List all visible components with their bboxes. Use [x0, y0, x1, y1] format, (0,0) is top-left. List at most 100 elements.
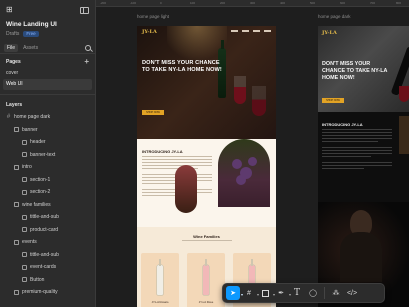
- panel-toggle-icon[interactable]: [80, 6, 89, 14]
- families-subtitle: [182, 240, 232, 242]
- left-sidebar: ⊞ Wine Landing UI Drafts Free File Asset…: [0, 0, 96, 307]
- group-icon: [14, 164, 19, 170]
- shop-now-button: SHOP NOW: [322, 98, 344, 103]
- layer-label: section-1: [30, 176, 51, 183]
- ruler-tick: 800: [396, 1, 402, 5]
- hero-headline: DON'T MISS YOUR CHANCE TO TAKE NY-LA HOM…: [142, 60, 222, 73]
- frame-icon: #: [6, 113, 11, 120]
- product-name: JY-LA Rose: [198, 300, 214, 304]
- vineyard-image: [399, 116, 409, 154]
- move-tool-button[interactable]: ➤ ▾: [226, 286, 243, 300]
- pages-header: Pages +: [0, 56, 95, 68]
- component-icon: [22, 227, 27, 233]
- layer-item[interactable]: intro: [0, 161, 95, 174]
- pen-tool-button[interactable]: ✒ ▾: [274, 286, 291, 300]
- layer-item[interactable]: premium-quality: [0, 286, 95, 299]
- ruler-tick: -100: [130, 1, 137, 5]
- drafts-label[interactable]: Drafts: [6, 31, 19, 37]
- intro-title: INTRODUCING JY-LA: [142, 149, 183, 154]
- families-title: Wine Families: [193, 234, 220, 239]
- group-icon: [14, 202, 19, 208]
- layer-item[interactable]: tittle-and-sub: [0, 211, 95, 224]
- frame-home-page-dark[interactable]: JY-LA DON'T MISS YOUR CHANCE TO TAKE NY-…: [318, 26, 409, 307]
- intro-section: INTRODUCING JY-LA: [137, 139, 276, 227]
- component-icon: [22, 177, 27, 183]
- tab-file[interactable]: File: [4, 43, 19, 52]
- layer-label: Button: [30, 276, 45, 283]
- barrel-image: [175, 165, 197, 213]
- rectangle-tool-button[interactable]: ▾: [258, 286, 275, 300]
- component-icon: [22, 252, 27, 258]
- divider: [0, 94, 95, 95]
- page-item-web-ui[interactable]: Web UI: [3, 79, 92, 90]
- product-card: JY-LA Rose: [187, 253, 225, 307]
- frame-label-light[interactable]: home page light: [137, 14, 169, 19]
- ruler-tick: 300: [250, 1, 256, 5]
- ruler-tick: -200: [100, 1, 107, 5]
- wine-glass-image: [252, 86, 266, 116]
- tab-assets[interactable]: Assets: [20, 44, 41, 52]
- product-name: JY-LA Rosato: [151, 300, 169, 304]
- layer-item[interactable]: wine families: [0, 199, 95, 212]
- layer-item[interactable]: section-1: [0, 174, 95, 187]
- layers-header: Layers: [0, 99, 95, 111]
- bottle-image: [157, 259, 163, 295]
- dev-mode-button[interactable]: </>: [345, 286, 359, 300]
- comment-tool-button[interactable]: ◯: [306, 286, 320, 300]
- layer-label: event-cards: [30, 264, 57, 271]
- text-tool-icon: T: [293, 287, 300, 298]
- hero-banner: JY-LA DON'T MISS YOUR CHANCE TO TAKE NY-…: [318, 26, 409, 112]
- layer-item[interactable]: event-cards: [0, 261, 95, 274]
- sidebar-tabs: File Assets: [0, 42, 95, 54]
- hero-banner: JY-LA DON'T MISS YOUR CHANCE TO TAKE NY-…: [137, 26, 276, 139]
- ruler-tick: 600: [340, 1, 346, 5]
- layer-item[interactable]: section-2: [0, 186, 95, 199]
- pages-title: Pages: [6, 59, 21, 65]
- actions-icon: ⁂: [332, 290, 340, 297]
- layer-label: product-card: [30, 226, 59, 233]
- layer-item[interactable]: banner-text: [0, 149, 95, 162]
- search-icon[interactable]: [85, 44, 91, 51]
- intro-section: INTRODUCING JY-LA: [318, 112, 409, 202]
- wine-glass-image: [234, 76, 246, 104]
- layer-item[interactable]: # home page dark: [0, 111, 95, 124]
- ruler-tick: 200: [220, 1, 226, 5]
- move-tool-icon: ➤: [230, 290, 236, 297]
- file-location: Drafts Free: [0, 29, 95, 38]
- brand-logo: JY-LA: [322, 30, 337, 36]
- group-icon: [14, 127, 19, 133]
- actions-button[interactable]: ⁂: [329, 286, 343, 300]
- layer-label: wine families: [22, 201, 51, 208]
- layers-title: Layers: [6, 102, 23, 108]
- layer-item[interactable]: tittle-and-sub: [0, 249, 95, 262]
- frame-tool-button[interactable]: # ▾: [242, 286, 259, 300]
- file-title[interactable]: Wine Landing UI: [0, 20, 95, 29]
- layer-label: tittle-and-sub: [30, 251, 59, 258]
- hero-headline: DON'T MISS YOUR CHANCE TO TAKE NY-LA HOM…: [322, 61, 388, 81]
- pen-tool-icon: ✒: [278, 290, 284, 297]
- add-page-icon[interactable]: +: [84, 58, 89, 66]
- ruler-tick: 100: [190, 1, 196, 5]
- frame-home-page-light[interactable]: JY-LA DON'T MISS YOUR CHANCE TO TAKE NY-…: [137, 26, 276, 307]
- group-icon: [14, 239, 19, 245]
- layer-label: tittle-and-sub: [30, 214, 59, 221]
- component-icon: [22, 139, 27, 145]
- ruler-tick: 0: [160, 1, 162, 5]
- app-menu-icon[interactable]: ⊞: [6, 5, 18, 15]
- product-card: JY-LA Rosato: [141, 253, 179, 307]
- layer-label: header: [30, 139, 46, 146]
- layer-item[interactable]: banner: [0, 124, 95, 137]
- code-icon: </>: [346, 289, 358, 297]
- text-tool-button[interactable]: T: [290, 286, 304, 300]
- layer-item[interactable]: header: [0, 136, 95, 149]
- intro-paragraph: [322, 129, 392, 171]
- layer-item[interactable]: events: [0, 236, 95, 249]
- layer-item[interactable]: Button: [0, 274, 95, 287]
- layer-item[interactable]: product-card: [0, 224, 95, 237]
- layer-label: premium-quality: [22, 289, 58, 296]
- design-canvas[interactable]: -200 -100 0 100 200 300 400 500 600 700 …: [96, 0, 409, 307]
- toolbar-separator: [324, 287, 325, 299]
- frame-label-dark[interactable]: home page dark: [318, 14, 351, 19]
- page-item-cover[interactable]: cover: [0, 68, 95, 79]
- vineyard-image: [218, 139, 270, 207]
